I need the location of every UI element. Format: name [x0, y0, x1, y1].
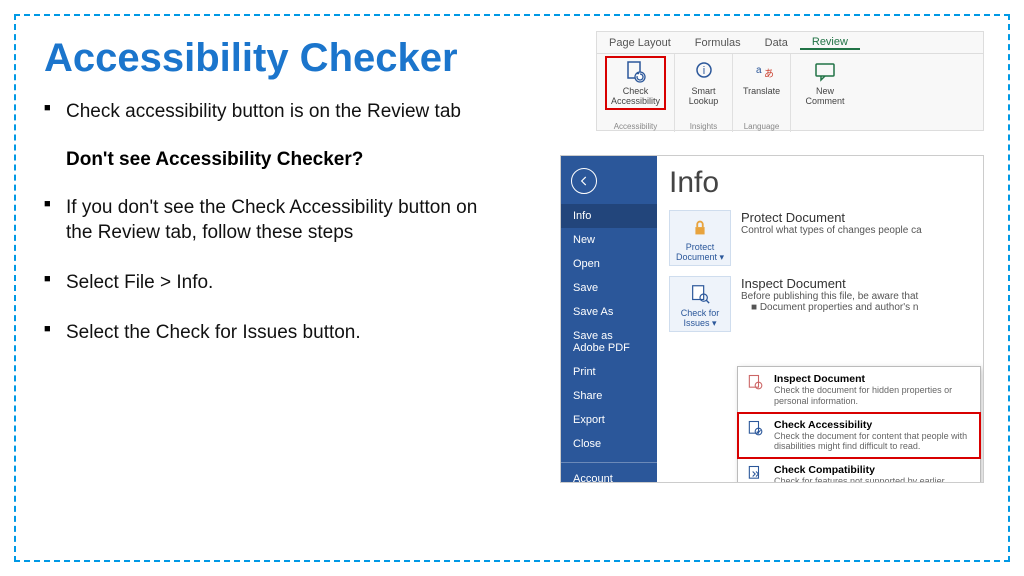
nav-save[interactable]: Save [561, 276, 657, 300]
nav-save-adobe[interactable]: Save as Adobe PDF [561, 324, 657, 360]
check-issues-dropdown: Inspect Document Check the document for … [737, 366, 981, 483]
ribbon-mock: Page Layout Formulas Data Review Check A… [596, 31, 984, 131]
translate-button[interactable]: aあ Translate [739, 58, 784, 98]
ribbon-tab-active[interactable]: Review [800, 36, 860, 50]
backstage-title: Info [669, 166, 971, 200]
check-accessibility-button[interactable]: Check Accessibility [607, 58, 664, 108]
nav-account[interactable]: Account [561, 462, 657, 483]
nav-share[interactable]: Share [561, 384, 657, 408]
ribbon-tab[interactable]: Data [753, 37, 800, 49]
content-row: Check accessibility button is on the Rev… [44, 99, 980, 369]
protect-info: Protect Document Control what types of c… [741, 210, 922, 266]
dropdown-check-compatibility[interactable]: Check Compatibility Check for features n… [738, 458, 980, 483]
nav-save-as[interactable]: Save As [561, 300, 657, 324]
group-label: Insights [675, 122, 732, 131]
nav-close[interactable]: Close [561, 432, 657, 456]
lock-icon [689, 217, 711, 239]
group-label: Language [733, 122, 790, 131]
ribbon-tab[interactable]: Formulas [683, 37, 753, 49]
ribbon-tabs: Page Layout Formulas Data Review [597, 32, 983, 54]
bullet-item: Select File > Info. [44, 270, 484, 296]
compatibility-icon [746, 464, 766, 483]
group-label: Accessibility [597, 122, 674, 131]
bullet-item: Select the Check for Issues button. [44, 320, 484, 346]
nav-print[interactable]: Print [561, 360, 657, 384]
new-comment-button[interactable]: New Comment [801, 58, 848, 108]
nav-export[interactable]: Export [561, 408, 657, 432]
bullet-item: Check accessibility button is on the Rev… [44, 99, 484, 125]
check-for-issues-button[interactable]: Check for Issues ▾ [669, 276, 731, 332]
sub-heading: Don't see Accessibility Checker? [44, 149, 484, 171]
ribbon-body: Check Accessibility Accessibility i Smar… [597, 54, 983, 132]
svg-text:あ: あ [764, 68, 774, 80]
text-column: Check accessibility button is on the Rev… [44, 99, 484, 369]
protect-row: Protect Document ▾ Protect Document Cont… [669, 210, 971, 266]
accessibility-icon [746, 419, 766, 439]
backstage-mock: Info New Open Save Save As Save as Adobe… [560, 155, 984, 483]
protect-document-button[interactable]: Protect Document ▾ [669, 210, 731, 266]
back-arrow-icon [571, 168, 597, 194]
inspect-document-icon [746, 373, 766, 393]
inspect-icon [689, 283, 711, 305]
bullet-item: If you don't see the Check Accessibility… [44, 195, 484, 246]
inspect-row: Check for Issues ▾ Inspect Document Befo… [669, 276, 971, 332]
svg-text:a: a [756, 65, 762, 76]
smart-lookup-button[interactable]: i Smart Lookup [685, 58, 723, 108]
svg-text:i: i [702, 65, 704, 77]
ribbon-tab[interactable]: Page Layout [597, 37, 683, 49]
nav-open[interactable]: Open [561, 252, 657, 276]
inspect-info: Inspect Document Before publishing this … [741, 276, 919, 332]
illustration-column: Page Layout Formulas Data Review Check A… [484, 99, 980, 369]
dropdown-inspect-document[interactable]: Inspect Document Check the document for … [738, 367, 980, 413]
nav-new[interactable]: New [561, 228, 657, 252]
dropdown-check-accessibility[interactable]: Check Accessibility Check the document f… [738, 413, 980, 459]
backstage-nav: Info New Open Save Save As Save as Adobe… [561, 156, 657, 482]
comment-icon [813, 60, 837, 84]
translate-icon: aあ [750, 60, 774, 84]
slide-frame: Accessibility Checker Check accessibilit… [14, 14, 1010, 562]
ribbon-group-accessibility: Check Accessibility Accessibility [597, 54, 675, 132]
ribbon-group-language: aあ Translate Language [733, 54, 791, 132]
nav-info[interactable]: Info [561, 204, 657, 228]
ribbon-group-comments: New Comment [791, 54, 859, 132]
document-check-icon [623, 60, 647, 84]
ribbon-group-insights: i Smart Lookup Insights [675, 54, 733, 132]
back-button[interactable] [561, 162, 657, 204]
lightbulb-icon: i [692, 60, 716, 84]
